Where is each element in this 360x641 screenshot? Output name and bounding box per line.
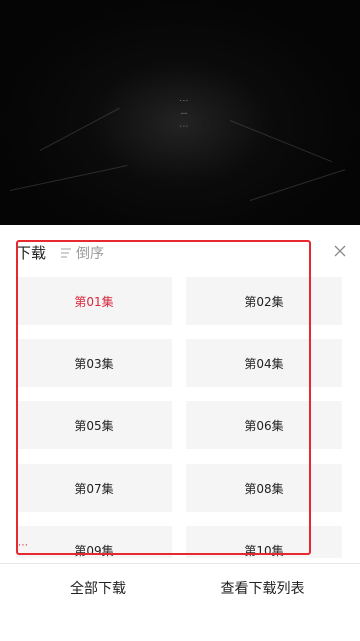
- sheet-footer: 全部下载 查看下载列表: [0, 563, 360, 641]
- episode-label: 第04集: [244, 356, 284, 371]
- episode-label: 第09集: [74, 543, 114, 558]
- episode-label: 第08集: [244, 481, 284, 496]
- episode-label: 第01集: [74, 294, 114, 309]
- close-button[interactable]: [332, 243, 348, 259]
- episode-tile[interactable]: 第02集: [186, 277, 342, 325]
- episode-tile[interactable]: 第03集: [16, 339, 172, 387]
- download-all-label: 全部下载: [70, 581, 126, 597]
- episode-tile[interactable]: 第01集: [16, 277, 172, 325]
- episode-label: 第06集: [244, 418, 284, 433]
- sort-toggle[interactable]: 倒序: [60, 243, 104, 263]
- episode-label: 第05集: [74, 418, 114, 433]
- sort-label: 倒序: [76, 246, 104, 262]
- sheet-title: 下载: [16, 244, 47, 262]
- episode-tile[interactable]: 第08集: [186, 464, 342, 512]
- episode-label: 第03集: [74, 356, 114, 371]
- video-player[interactable]: ⋮ ⁞ ⋮: [0, 0, 360, 225]
- episode-tile[interactable]: 第07集: [16, 464, 172, 512]
- episode-tile[interactable]: 第04集: [186, 339, 342, 387]
- view-download-list-button[interactable]: 查看下载列表: [165, 564, 360, 612]
- episode-tile[interactable]: 第06集: [186, 401, 342, 449]
- episode-label: 第02集: [244, 294, 284, 309]
- episode-grid: 第01集 第02集 第03集 第04集 第05集 第06集 第07集 第08集 …: [16, 277, 346, 558]
- close-icon: [334, 242, 346, 261]
- view-download-list-label: 查看下载列表: [220, 581, 305, 597]
- sheet-header: 下载 倒序: [0, 225, 360, 280]
- download-sheet: 下载 倒序 第01集 第02集 第03集 第04集 第05集 第06集 第07集…: [0, 225, 360, 641]
- episode-tile[interactable]: 第05集: [16, 401, 172, 449]
- episode-tile[interactable]: 第09集: [16, 526, 172, 558]
- video-watermark: ⋮ ⁞ ⋮: [178, 96, 188, 133]
- sort-icon: [60, 247, 72, 259]
- playing-indicator: ⋯: [18, 540, 28, 551]
- episode-label: 第07集: [74, 481, 114, 496]
- episode-tile[interactable]: 第10集: [186, 526, 342, 558]
- episode-label: 第10集: [244, 543, 284, 558]
